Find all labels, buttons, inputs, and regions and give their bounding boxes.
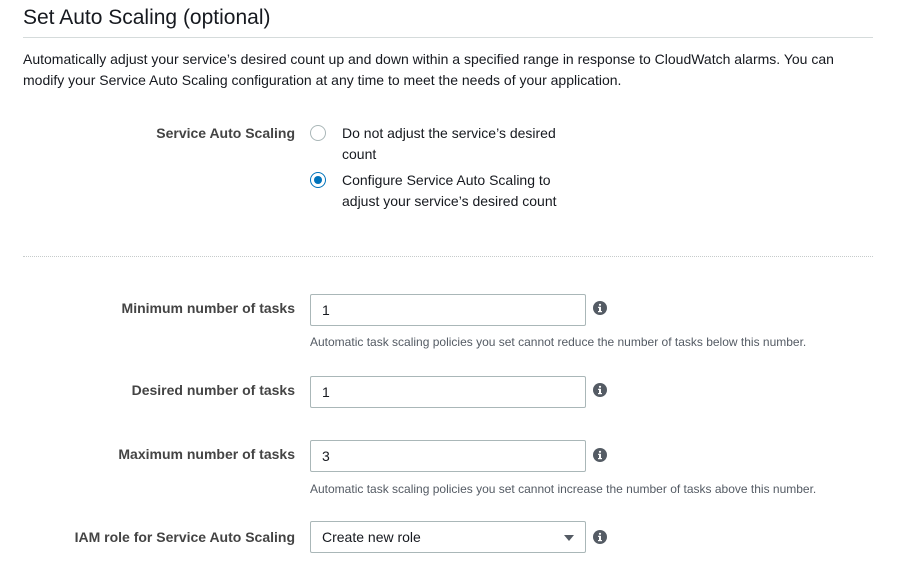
service-auto-scaling-label: Service Auto Scaling [156, 125, 295, 141]
max-tasks-help: Automatic task scaling policies you set … [310, 482, 817, 496]
desired-tasks-label: Desired number of tasks [131, 382, 295, 398]
info-icon[interactable] [593, 530, 607, 544]
desired-tasks-input[interactable]: 1 [310, 376, 586, 408]
radio-button-checked[interactable] [310, 172, 326, 188]
info-icon[interactable] [593, 448, 607, 462]
max-tasks-label: Maximum number of tasks [118, 446, 295, 462]
section-divider [23, 256, 873, 257]
iam-role-label: IAM role for Service Auto Scaling [74, 529, 295, 545]
radio-option-label: Configure Service Auto Scaling to adjust… [342, 172, 557, 209]
iam-role-select[interactable]: Create new role [310, 521, 586, 553]
radio-button-unchecked[interactable] [310, 125, 326, 141]
section-description: Automatically adjust your service’s desi… [23, 51, 834, 88]
section-title: Set Auto Scaling (optional) [23, 6, 271, 29]
info-icon[interactable] [593, 383, 607, 397]
radio-do-not-adjust[interactable]: Do not adjust the service’s desired coun… [310, 123, 572, 165]
max-tasks-input[interactable]: 3 [310, 440, 586, 472]
iam-role-selected-value: Create new role [322, 529, 421, 545]
chevron-down-icon [564, 535, 574, 541]
radio-configure-auto-scaling[interactable]: Configure Service Auto Scaling to adjust… [310, 170, 572, 212]
min-tasks-input[interactable]: 1 [310, 294, 586, 326]
info-icon[interactable] [593, 301, 607, 315]
radio-option-label: Do not adjust the service’s desired coun… [342, 125, 556, 162]
min-tasks-label: Minimum number of tasks [121, 300, 295, 316]
min-tasks-help: Automatic task scaling policies you set … [310, 335, 807, 349]
title-divider [23, 37, 873, 38]
